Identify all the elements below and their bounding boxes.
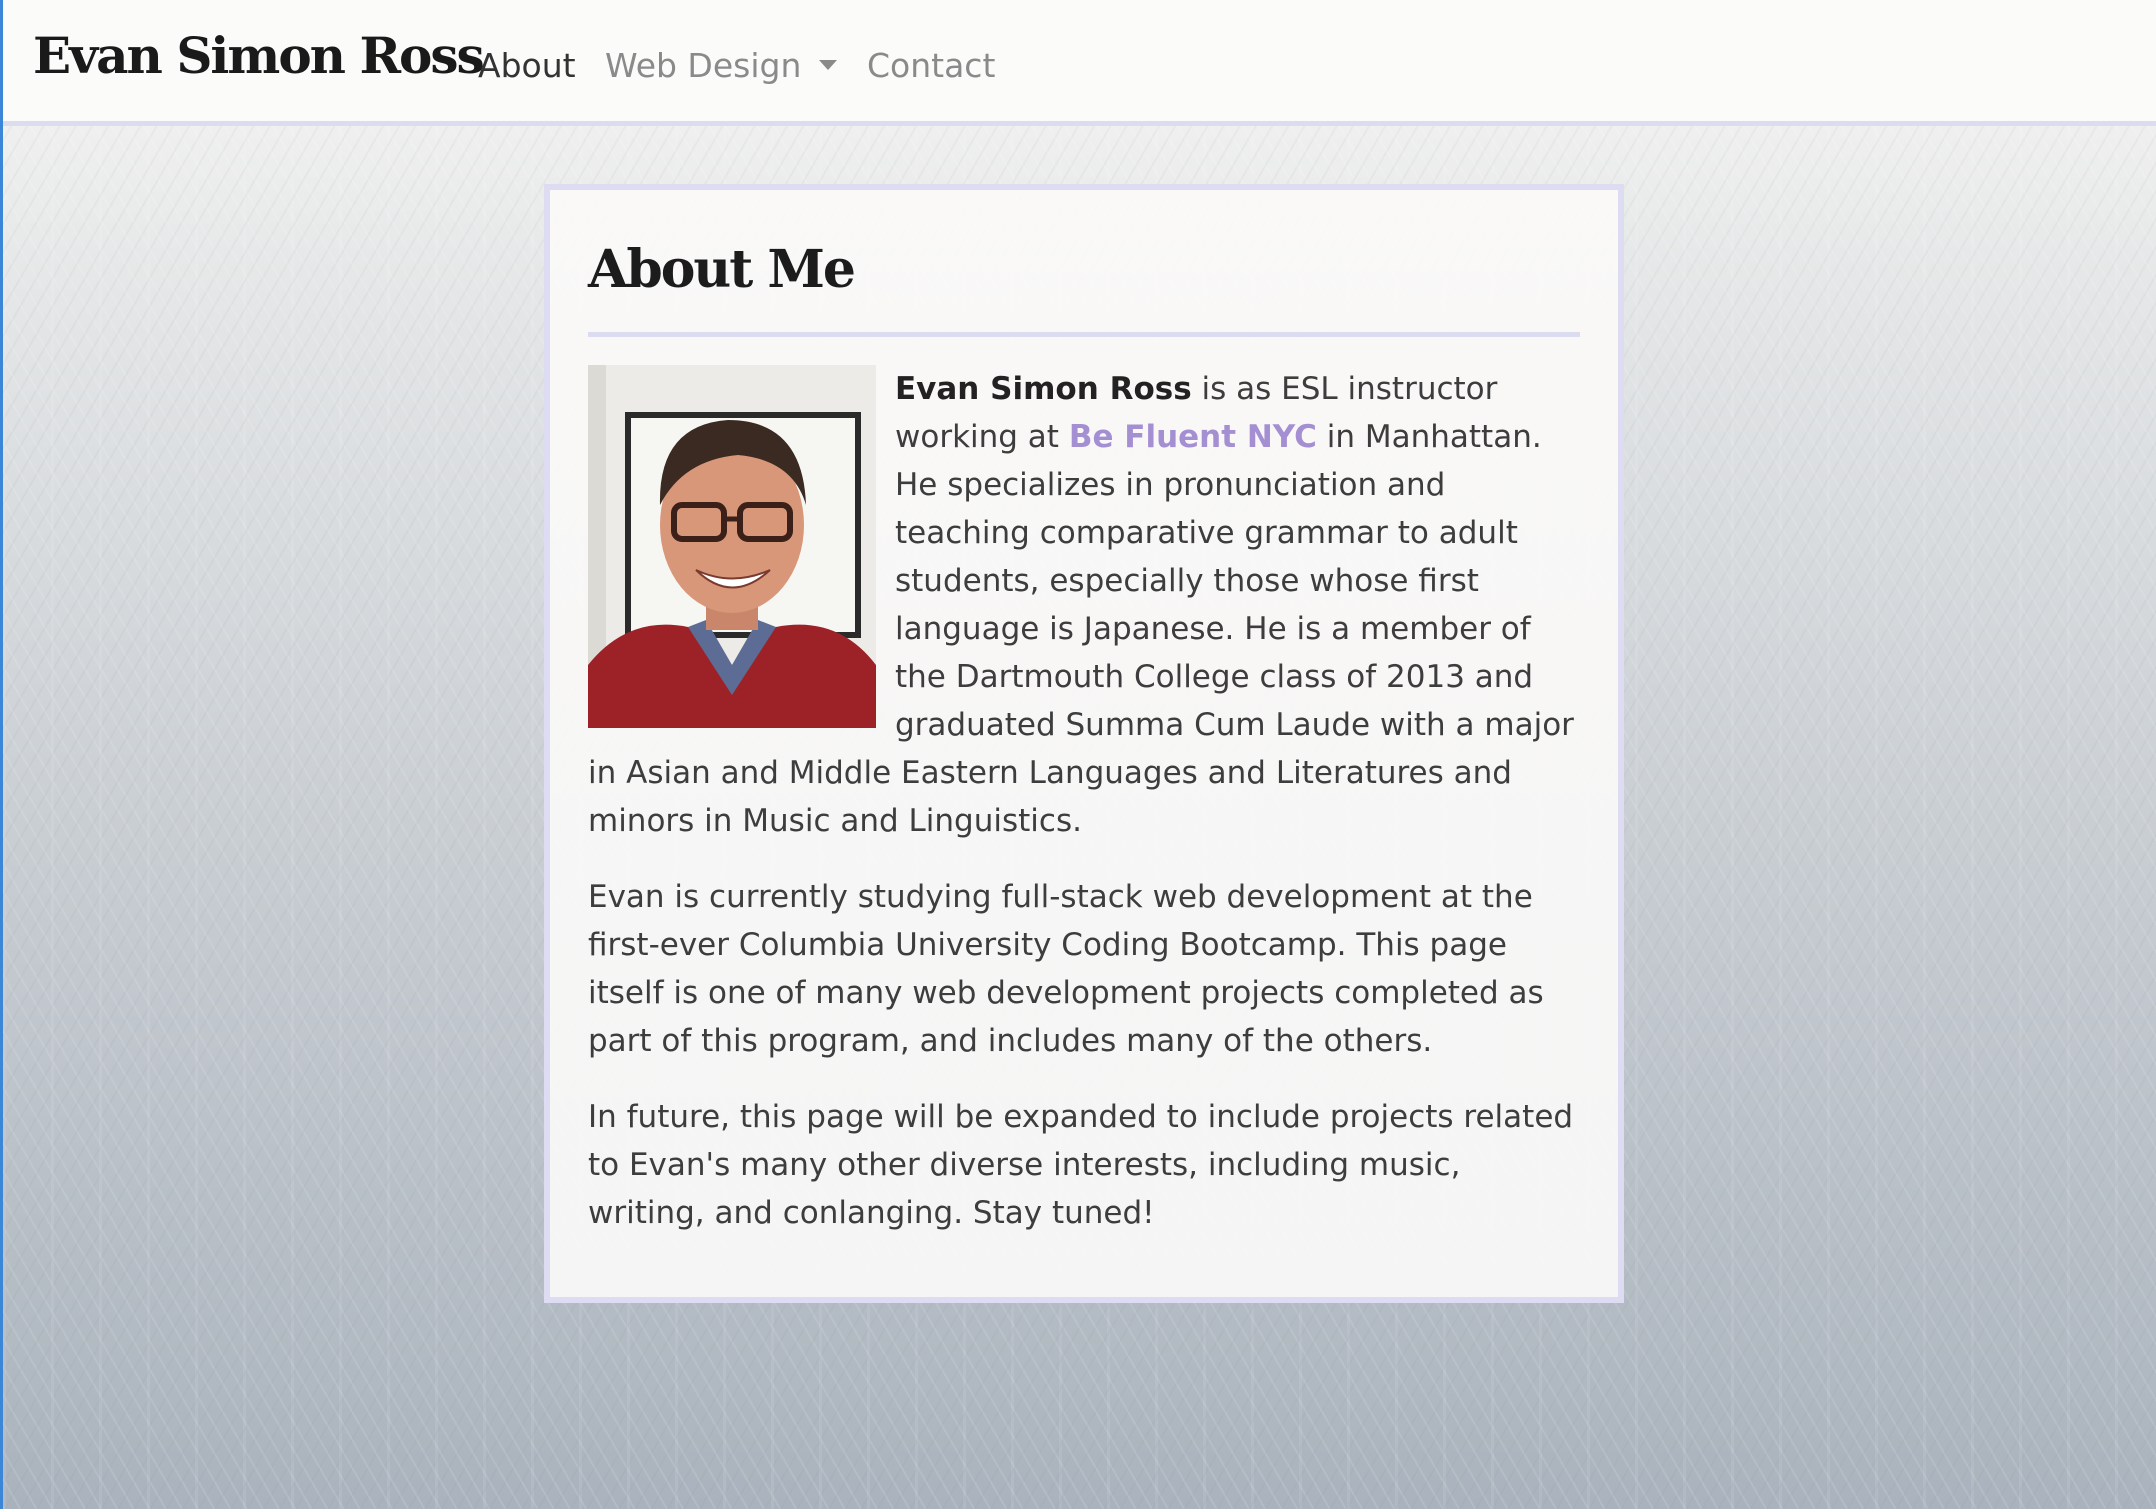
nav-link-about[interactable]: About (478, 46, 576, 85)
chevron-down-icon (819, 59, 838, 70)
brand-logo-text[interactable]: Evan Simon Ross (33, 26, 485, 85)
about-paragraph-3: In future, this page will be expanded to… (588, 1099, 1574, 1231)
nav-link-web-design-label: Web Design (605, 46, 802, 85)
about-name: Evan Simon Ross (895, 371, 1192, 407)
about-paragraph-2: Evan is currently studying full-stack we… (588, 879, 1544, 1059)
about-card: About Me Evan Simon Ross is as ESL instr… (544, 184, 1624, 1303)
page-title: About Me (588, 239, 856, 300)
nav-link-contact[interactable]: Contact (867, 46, 995, 85)
top-navbar: Evan Simon Ross About Web Design Contact (3, 0, 2156, 126)
title-divider (588, 332, 1580, 337)
profile-photo (588, 365, 876, 728)
nav-link-web-design[interactable]: Web Design (605, 46, 838, 85)
be-fluent-nyc-link[interactable]: Be Fluent NYC (1069, 419, 1317, 455)
